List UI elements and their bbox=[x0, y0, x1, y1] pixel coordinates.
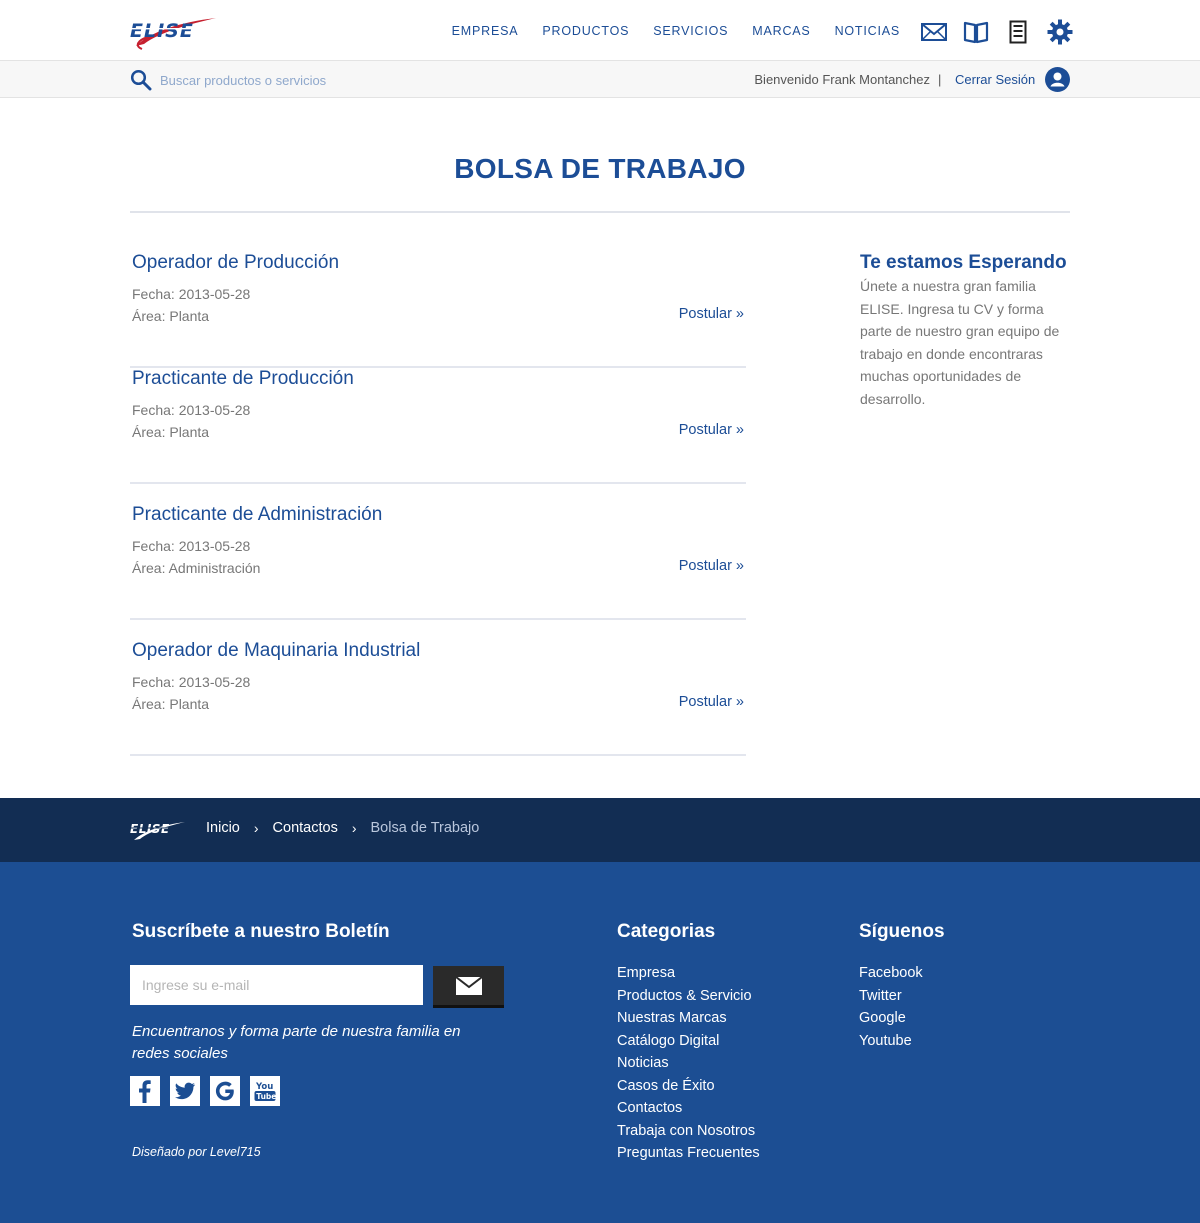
header-icons bbox=[920, 18, 1074, 46]
main-nav: EMPRESA PRODUCTOS SERVICIOS MARCAS NOTIC… bbox=[452, 0, 900, 61]
aside-text: Únete a nuestra gran familia ELISE. Ingr… bbox=[860, 278, 1060, 407]
job-divider bbox=[130, 618, 746, 620]
job-area: Área: Administración bbox=[132, 560, 261, 576]
job-title[interactable]: Practicante de Administración bbox=[132, 504, 382, 526]
follow-link-facebook[interactable]: Facebook bbox=[859, 965, 923, 981]
job-area: Área: Planta bbox=[132, 696, 210, 712]
categories-title: Categorias bbox=[617, 921, 716, 942]
elise-logo-small: ELISE bbox=[130, 816, 186, 842]
job-listing: Operador de Producción Fecha: 2013-05-28… bbox=[130, 252, 746, 368]
newsletter-submit-button[interactable] bbox=[433, 966, 504, 1008]
nav-servicios[interactable]: SERVICIOS bbox=[653, 24, 728, 38]
newsletter-email-input[interactable] bbox=[130, 965, 423, 1005]
follow-link-google[interactable]: Google bbox=[859, 1010, 906, 1026]
breadcrumb-separator-icon: › bbox=[351, 820, 357, 836]
gear-icon[interactable] bbox=[1046, 18, 1074, 46]
footer-link-nuestras-marcas[interactable]: Nuestras Marcas bbox=[617, 1010, 727, 1026]
title-divider bbox=[130, 211, 1070, 213]
job-title[interactable]: Operador de Producción bbox=[132, 252, 339, 274]
follow-link-twitter[interactable]: Twitter bbox=[859, 988, 902, 1004]
footer-link-catalogo-digital[interactable]: Catálogo Digital bbox=[617, 1033, 719, 1049]
facebook-icon[interactable] bbox=[130, 1076, 160, 1106]
apply-button[interactable]: Postular » bbox=[679, 558, 744, 574]
breadcrumb-contactos[interactable]: Contactos bbox=[273, 820, 338, 836]
breadcrumb-current: Bolsa de Trabajo bbox=[370, 820, 480, 836]
footer-link-contactos[interactable]: Contactos bbox=[617, 1100, 682, 1116]
job-date: Fecha: 2013-05-28 bbox=[132, 286, 251, 302]
job-listing: Operador de Maquinaria Industrial Fecha:… bbox=[130, 640, 746, 756]
logout-link[interactable]: Cerrar Sesión bbox=[955, 72, 1035, 87]
footer-link-noticias[interactable]: Noticias bbox=[617, 1055, 669, 1071]
social-invite-text: Encuentranos y forma parte de nuestra fa… bbox=[132, 1023, 461, 1062]
page-title: BOLSA DE TRABAJO bbox=[454, 153, 746, 184]
follow-list: Facebook Twitter Google Youtube bbox=[859, 962, 923, 1052]
apply-button[interactable]: Postular » bbox=[679, 694, 744, 710]
session-separator: | bbox=[938, 72, 942, 87]
job-title[interactable]: Practicante de Producción bbox=[132, 368, 354, 390]
svg-text:ELISE: ELISE bbox=[130, 20, 194, 42]
newsletter-title: Suscríbete a nuestro Boletín bbox=[132, 921, 390, 942]
catalog-book-icon[interactable] bbox=[962, 18, 990, 46]
job-listing: Practicante de Producción Fecha: 2013-05… bbox=[130, 368, 746, 484]
social-icons: You Tube bbox=[130, 1076, 280, 1106]
job-date: Fecha: 2013-05-28 bbox=[132, 538, 251, 554]
job-area: Área: Planta bbox=[132, 424, 210, 440]
user-avatar-icon[interactable] bbox=[1045, 67, 1070, 92]
footer-link-productos-servicio[interactable]: Productos & Servicio bbox=[617, 988, 752, 1004]
categories-list: Empresa Productos & Servicio Nuestras Ma… bbox=[617, 962, 760, 1165]
search-icon[interactable] bbox=[130, 69, 152, 91]
job-area: Área: Planta bbox=[132, 308, 210, 324]
footer-link-preguntas-frecuentes[interactable]: Preguntas Frecuentes bbox=[617, 1145, 760, 1161]
mail-icon[interactable] bbox=[920, 18, 948, 46]
footer: Suscríbete a nuestro Boletín Encuentrano… bbox=[0, 862, 1200, 1223]
svg-text:You: You bbox=[255, 1082, 273, 1092]
document-icon[interactable] bbox=[1004, 18, 1032, 46]
nav-marcas[interactable]: MARCAS bbox=[752, 24, 810, 38]
aside-title: Te estamos Esperando bbox=[860, 252, 1067, 273]
breadcrumb: Inicio › Contactos › Bolsa de Trabajo bbox=[206, 820, 479, 836]
follow-title: Síguenos bbox=[859, 921, 945, 942]
top-header: ELISE EMPRESA PRODUCTOS SERVICIOS MARCAS… bbox=[0, 0, 1200, 61]
job-divider bbox=[130, 482, 746, 484]
footer-link-casos-de-exito[interactable]: Casos de Éxito bbox=[617, 1078, 715, 1094]
nav-empresa[interactable]: EMPRESA bbox=[452, 24, 519, 38]
nav-productos[interactable]: PRODUCTOS bbox=[542, 24, 629, 38]
twitter-icon[interactable] bbox=[170, 1076, 200, 1106]
follow-link-youtube[interactable]: Youtube bbox=[859, 1033, 912, 1049]
svg-text:ELISE: ELISE bbox=[130, 822, 170, 836]
breadcrumb-bar: ELISE Inicio › Contactos › Bolsa de Trab… bbox=[0, 798, 1200, 862]
designed-by: Diseñado por Level715 bbox=[132, 1145, 261, 1159]
svg-text:Tube: Tube bbox=[256, 1092, 276, 1101]
job-date: Fecha: 2013-05-28 bbox=[132, 674, 251, 690]
nav-noticias[interactable]: NOTICIAS bbox=[835, 24, 900, 38]
job-divider bbox=[130, 754, 746, 756]
footer-link-empresa[interactable]: Empresa bbox=[617, 965, 675, 981]
breadcrumb-separator-icon: › bbox=[253, 820, 259, 836]
job-listing: Practicante de Administración Fecha: 201… bbox=[130, 504, 746, 620]
breadcrumb-inicio[interactable]: Inicio bbox=[206, 820, 240, 836]
welcome-text: Bienvenido Frank Montanchez bbox=[754, 72, 930, 87]
elise-logo[interactable]: ELISE bbox=[130, 10, 218, 50]
google-icon[interactable] bbox=[210, 1076, 240, 1106]
job-title[interactable]: Operador de Maquinaria Industrial bbox=[132, 640, 420, 662]
apply-button[interactable]: Postular » bbox=[679, 306, 744, 322]
search-input[interactable] bbox=[160, 67, 560, 93]
search-bar: Bienvenido Frank Montanchez | Cerrar Ses… bbox=[0, 61, 1200, 98]
apply-button[interactable]: Postular » bbox=[679, 422, 744, 438]
youtube-icon[interactable]: You Tube bbox=[250, 1076, 280, 1106]
job-date: Fecha: 2013-05-28 bbox=[132, 402, 251, 418]
footer-link-trabaja-con-nosotros[interactable]: Trabaja con Nosotros bbox=[617, 1123, 755, 1139]
envelope-icon bbox=[455, 976, 482, 995]
